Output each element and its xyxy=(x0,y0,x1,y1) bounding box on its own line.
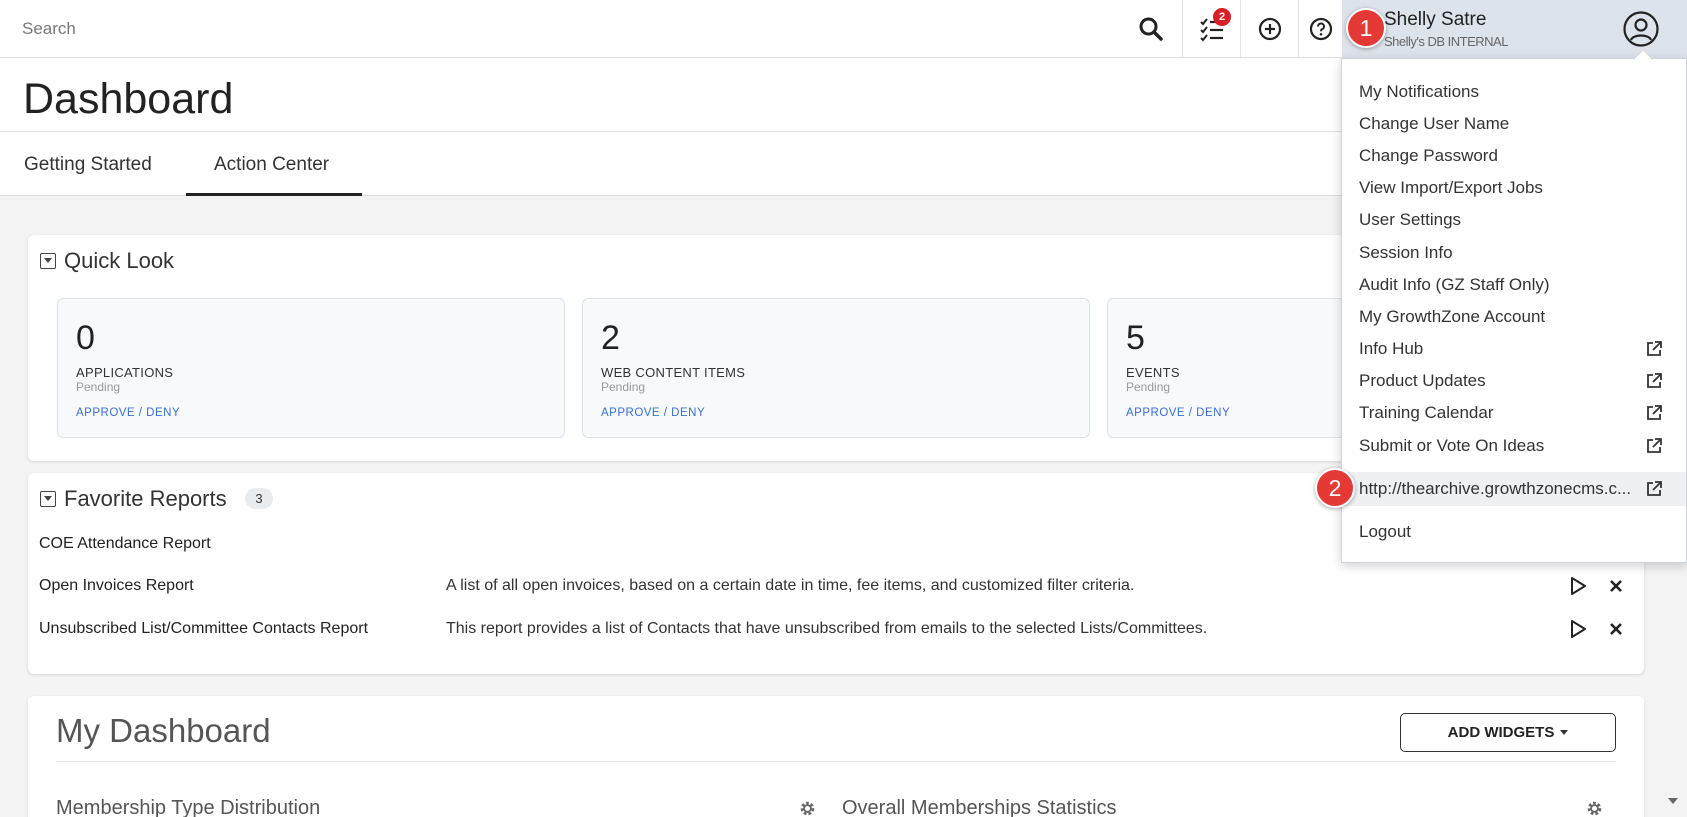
menu-item-label: Product Updates xyxy=(1359,371,1486,390)
menu-item-label: Change User Name xyxy=(1359,114,1510,133)
search-icon[interactable] xyxy=(1138,16,1164,42)
help-icon xyxy=(1309,17,1332,41)
widget-title: Membership Type Distribution xyxy=(56,797,321,817)
gear-icon[interactable] xyxy=(1586,800,1603,817)
callout-marker-2: 2 xyxy=(1315,468,1355,508)
user-avatar-icon[interactable] xyxy=(1622,10,1660,48)
remove-report-icon[interactable] xyxy=(1606,619,1626,639)
menu-item-label: Training Calendar xyxy=(1359,403,1494,422)
external-link-icon xyxy=(1647,373,1662,388)
menu-item-label: User Settings xyxy=(1359,210,1462,229)
search-input[interactable]: Search xyxy=(22,19,76,39)
favorite-reports-title: Favorite Reports xyxy=(64,486,227,511)
callout-marker-1: 1 xyxy=(1346,8,1386,48)
stat-card-applications: 0 APPLICATIONS Pending APPROVE / DENY xyxy=(57,298,565,438)
menu-item-label: Submit or Vote On Ideas xyxy=(1359,436,1545,455)
external-link-icon xyxy=(1647,481,1662,496)
dashboard-divider xyxy=(56,761,1616,762)
stat-status: Pending xyxy=(1126,380,1171,394)
user-dropdown-menu: My Notifications Change User Name Change… xyxy=(1341,58,1687,563)
run-report-icon[interactable] xyxy=(1568,576,1588,596)
stat-label: WEB CONTENT ITEMS xyxy=(601,365,746,380)
remove-report-icon[interactable] xyxy=(1606,576,1626,596)
tasks-button[interactable] xyxy=(1183,0,1241,58)
user-org: Shelly's DB INTERNAL xyxy=(1384,34,1508,49)
report-name[interactable]: Open Invoices Report xyxy=(39,577,194,595)
menu-item-view-import-export-jobs[interactable]: View Import/Export Jobs xyxy=(1359,174,1669,202)
active-tab-indicator xyxy=(186,193,362,196)
menu-item-session-info[interactable]: Session Info xyxy=(1359,239,1669,267)
menu-item-info-hub[interactable]: Info Hub xyxy=(1359,335,1669,363)
external-link-icon xyxy=(1647,405,1662,420)
run-report-icon[interactable] xyxy=(1568,619,1588,639)
stat-label: EVENTS xyxy=(1126,365,1180,380)
help-button[interactable] xyxy=(1299,0,1342,58)
menu-item-label: http://thearchive.growthzonecms.c... xyxy=(1359,479,1632,498)
menu-item-audit-info[interactable]: Audit Info (GZ Staff Only) xyxy=(1359,271,1669,299)
user-name: Shelly Satre xyxy=(1384,9,1487,30)
add-icon xyxy=(1258,17,1282,41)
page-title: Dashboard xyxy=(23,75,234,123)
menu-item-change-user-name[interactable]: Change User Name xyxy=(1359,110,1669,138)
menu-item-site-url[interactable]: http://thearchive.growthzonecms.c... xyxy=(1342,472,1686,506)
external-link-icon xyxy=(1647,438,1662,453)
add-widgets-label: ADD WIDGETS xyxy=(1447,724,1555,741)
tab-getting-started[interactable]: Getting Started xyxy=(24,154,152,176)
stat-status: Pending xyxy=(76,380,121,394)
gear-icon[interactable] xyxy=(799,800,816,817)
menu-item-training-calendar[interactable]: Training Calendar xyxy=(1359,399,1669,427)
add-widgets-button[interactable]: ADD WIDGETS xyxy=(1400,713,1616,752)
menu-item-label: Logout xyxy=(1359,522,1411,541)
external-link-icon xyxy=(1647,341,1662,356)
my-dashboard-title: My Dashboard xyxy=(56,712,271,749)
stat-label: APPLICATIONS xyxy=(76,365,174,380)
menu-item-label: My GrowthZone Account xyxy=(1359,307,1546,326)
menu-item-label: View Import/Export Jobs xyxy=(1359,178,1543,197)
user-menu-toggle[interactable]: Shelly Satre Shelly's DB INTERNAL xyxy=(1342,0,1687,58)
menu-item-label: Info Hub xyxy=(1359,339,1424,358)
tasks-count-badge: 2 xyxy=(1213,8,1231,26)
menu-item-label: Session Info xyxy=(1359,243,1453,262)
stat-card-web-content: 2 WEB CONTENT ITEMS Pending APPROVE / DE… xyxy=(582,298,1090,438)
menu-item-my-growthzone-account[interactable]: My GrowthZone Account xyxy=(1359,303,1669,331)
favorite-reports-count: 3 xyxy=(245,488,273,509)
top-bar: Search 2 Shelly Satre Shelly's DB INTERN… xyxy=(0,0,1687,58)
collapse-favorite-reports-icon[interactable] xyxy=(40,491,56,507)
report-name[interactable]: COE Attendance Report xyxy=(39,535,211,553)
collapse-quick-look-icon[interactable] xyxy=(40,253,56,269)
tab-action-center[interactable]: Action Center xyxy=(214,154,329,176)
add-button[interactable] xyxy=(1241,0,1299,58)
approve-deny-link[interactable]: APPROVE / DENY xyxy=(76,407,180,419)
widget-title: Overall Memberships Statistics xyxy=(842,797,1117,817)
menu-item-change-password[interactable]: Change Password xyxy=(1359,142,1669,170)
quick-look-title: Quick Look xyxy=(64,248,175,273)
report-description: A list of all open invoices, based on a … xyxy=(446,577,1135,594)
report-description: This report provides a list of Contacts … xyxy=(446,620,1208,637)
menu-item-product-updates[interactable]: Product Updates xyxy=(1359,367,1669,395)
menu-item-submit-or-vote-on-ideas[interactable]: Submit or Vote On Ideas xyxy=(1359,432,1669,460)
menu-item-label: Change Password xyxy=(1359,146,1498,165)
approve-deny-link[interactable]: APPROVE / DENY xyxy=(1126,407,1230,419)
stat-count: 5 xyxy=(1126,319,1145,357)
menu-item-label: My Notifications xyxy=(1359,82,1479,101)
menu-item-logout[interactable]: Logout xyxy=(1359,518,1669,546)
scroll-down-arrow-icon[interactable] xyxy=(1668,798,1678,804)
approve-deny-link[interactable]: APPROVE / DENY xyxy=(601,407,705,419)
menu-item-label: Audit Info (GZ Staff Only) xyxy=(1359,275,1550,294)
stat-count: 2 xyxy=(601,319,620,357)
report-name[interactable]: Unsubscribed List/Committee Contacts Rep… xyxy=(39,620,368,638)
stat-status: Pending xyxy=(601,380,646,394)
stat-count: 0 xyxy=(76,319,95,357)
menu-item-user-settings[interactable]: User Settings xyxy=(1359,206,1669,234)
caret-down-icon xyxy=(1560,730,1569,735)
menu-item-my-notifications[interactable]: My Notifications xyxy=(1359,78,1669,106)
